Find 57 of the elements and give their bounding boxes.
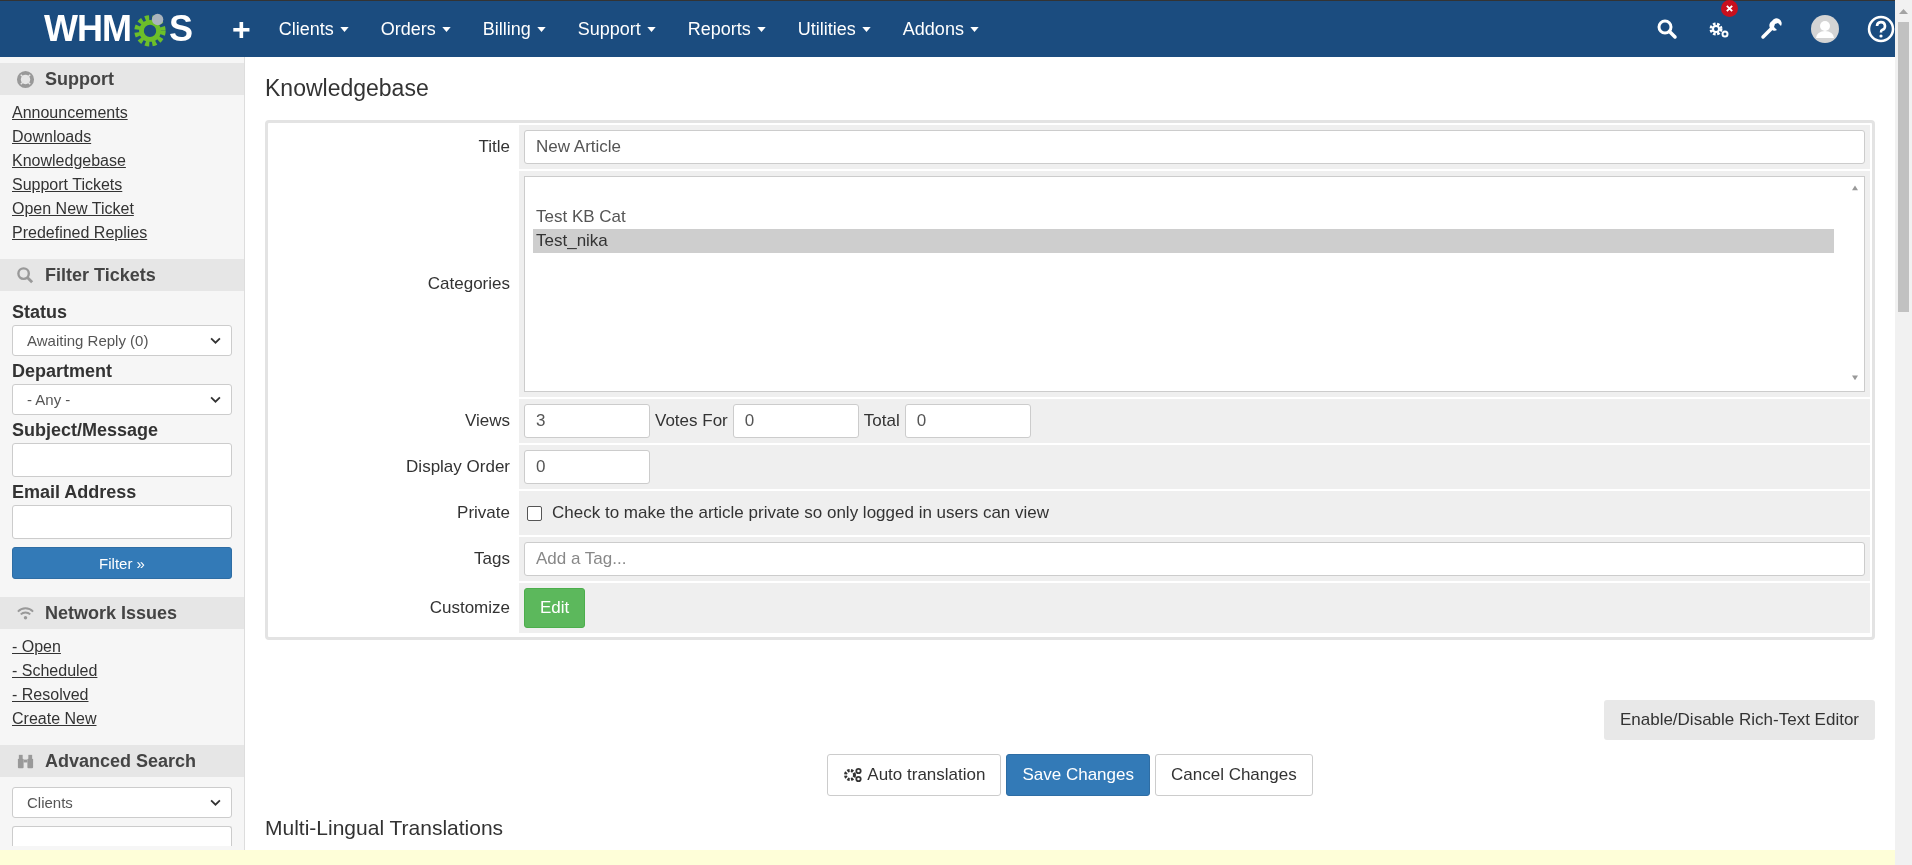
page-title: Knowledgebase (265, 75, 430, 102)
select-field[interactable]: Clients (12, 787, 232, 818)
field-label: Tags (474, 549, 510, 569)
nav-menu[interactable]: Addons (902, 18, 979, 40)
sidebar-link[interactable]: - Scheduled (12, 659, 98, 683)
field-label: Email Address (12, 482, 138, 503)
nav-menu[interactable]: Support (577, 18, 656, 40)
field-label: Department (12, 361, 114, 382)
tags-field[interactable]: Add a Tag... (524, 542, 1865, 576)
field-label: Title (478, 137, 510, 157)
sidebar-link[interactable]: Create New (12, 707, 97, 731)
list-option[interactable]: Test_nika (533, 229, 1834, 253)
field-label: Display Order (406, 457, 510, 477)
sidebar-title: Support (45, 68, 114, 90)
sidebar-link[interactable]: - Resolved (12, 683, 89, 707)
action-button[interactable]: Cancel Changes (1155, 754, 1313, 796)
filter-button[interactable]: Filter » (12, 547, 232, 579)
select-field[interactable]: Awaiting Reply (0) (12, 325, 232, 356)
input-field[interactable]: New Article (524, 130, 1865, 164)
action-button[interactable]: Auto translation (827, 754, 1002, 796)
input-field[interactable]: 0 (524, 450, 650, 484)
sidebar-link[interactable]: Support Tickets (12, 173, 123, 197)
sidebar-link[interactable]: - Open (12, 635, 61, 659)
nav-menu[interactable]: Reports (687, 18, 766, 40)
logo-text: WHM (44, 8, 131, 50)
action-button[interactable]: Save Changes (1006, 754, 1150, 796)
field-label: Customize (429, 598, 510, 618)
nav-menu[interactable]: Utilities (797, 18, 871, 40)
input-field[interactable]: 3 (524, 404, 650, 438)
field-label: Subject/Message (12, 420, 160, 441)
sidebar-title: Network Issues (45, 602, 178, 624)
select-field[interactable]: - Any - (12, 384, 232, 415)
category-listbox[interactable]: Test KB Cat Test_nika (524, 176, 1865, 392)
add-button[interactable]: + (232, 13, 251, 45)
field-label: Views (464, 411, 510, 431)
field-label: Categories (427, 274, 510, 294)
sidebar-link[interactable]: Downloads (12, 125, 92, 149)
section-heading: Multi-Lingual Translations (265, 816, 505, 840)
sidebar-link[interactable]: Announcements (12, 101, 128, 125)
nav-menu[interactable]: Clients (278, 18, 349, 40)
sidebar-title: Advanced Search (45, 750, 197, 772)
sidebar-title: Filter Tickets (45, 264, 156, 286)
nav-menu[interactable]: Orders (380, 18, 451, 40)
checkbox-label: Check to make the article private so only logged in users can view (552, 503, 1050, 523)
logo-text: S (168, 8, 192, 50)
sidebar-link[interactable]: Open New Ticket (12, 197, 134, 221)
sidebar-link[interactable]: Predefined Replies (12, 221, 148, 245)
sidebar-link[interactable]: Knowledgebase (12, 149, 126, 173)
field-label: Votes For (655, 411, 728, 431)
field-label: Status (12, 302, 68, 323)
input-field[interactable]: 0 (732, 404, 859, 438)
list-option[interactable]: Test KB Cat (533, 205, 1834, 229)
nav-menu[interactable]: Billing (482, 18, 546, 40)
input-field[interactable]: 0 (904, 404, 1031, 438)
rich-text-toggle-button[interactable]: Enable/Disable Rich-Text Editor (1603, 700, 1875, 740)
field-label: Private (457, 503, 510, 523)
field-label: Total (863, 411, 900, 431)
